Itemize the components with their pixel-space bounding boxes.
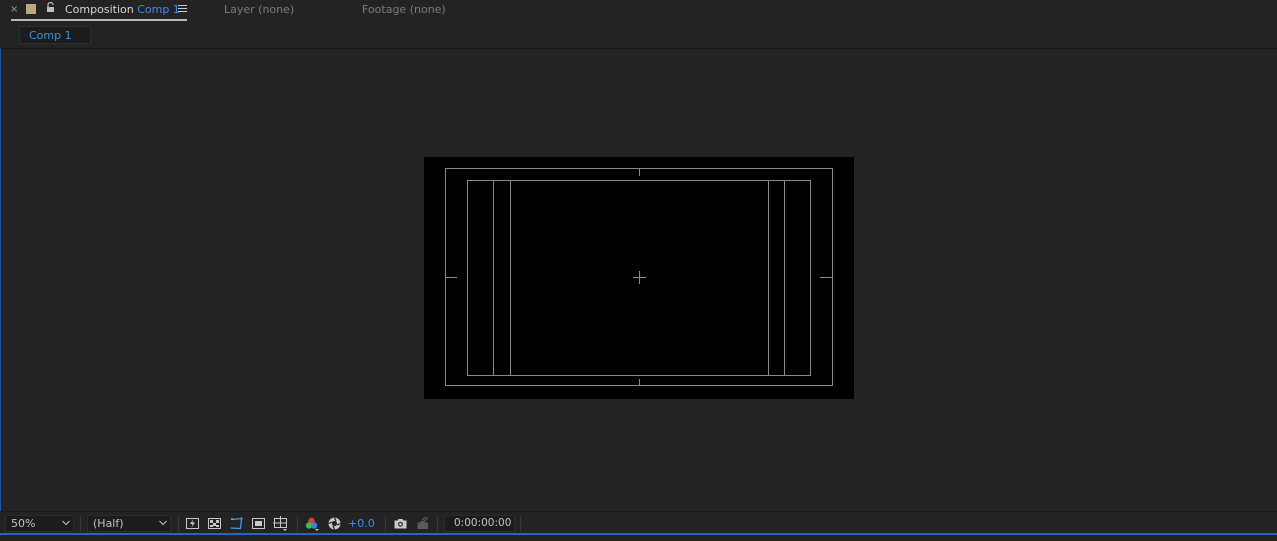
grid-guides-icon[interactable] xyxy=(273,516,288,531)
show-channel-icon[interactable] xyxy=(304,516,319,531)
tab-composition-name: Comp 1 xyxy=(137,3,180,16)
region-of-interest-icon[interactable] xyxy=(251,516,266,531)
exposure-value[interactable]: +0.0 xyxy=(348,517,375,530)
panel-menu-icon[interactable] xyxy=(178,4,187,13)
reset-exposure-icon[interactable] xyxy=(327,516,342,531)
comp-breadcrumb[interactable]: Comp 1 xyxy=(19,26,91,44)
chevron-down-icon xyxy=(159,520,167,526)
panel-tab-bar: × Composition Comp 1 Layer (none) Footag… xyxy=(0,0,1277,22)
magnification-dropdown[interactable]: 50% xyxy=(5,515,74,532)
composition-canvas[interactable] xyxy=(424,157,854,399)
tab-footage[interactable]: Footage (none) xyxy=(362,3,446,16)
toolbar-divider xyxy=(80,516,81,531)
toolbar-divider xyxy=(385,516,386,531)
mask-path-visibility-icon[interactable] xyxy=(229,516,244,531)
resolution-value: (Half) xyxy=(93,517,124,530)
current-time-display[interactable]: 0:00:00:00 xyxy=(444,515,515,532)
transparency-grid-icon[interactable] xyxy=(207,516,222,531)
active-tab-indicator xyxy=(11,19,187,21)
magnification-value: 50% xyxy=(11,517,36,530)
resolution-dropdown[interactable]: (Half) xyxy=(87,515,171,532)
snapshot-icon[interactable] xyxy=(393,516,408,531)
toolbar-divider xyxy=(437,516,438,531)
tab-layer[interactable]: Layer (none) xyxy=(224,3,294,16)
toolbar-divider xyxy=(520,516,521,531)
lock-icon[interactable] xyxy=(46,2,55,13)
viewer-toolbar: 50% (Half) +0.0 0:00:00:00 xyxy=(0,511,1277,541)
label-color-swatch[interactable] xyxy=(26,4,36,14)
tab-composition[interactable]: Composition Comp 1 xyxy=(65,3,180,16)
toolbar-divider xyxy=(178,516,179,531)
safe-margins-overlay xyxy=(445,168,833,386)
chevron-down-icon xyxy=(62,520,70,526)
tab-composition-prefix: Composition xyxy=(65,3,134,16)
show-snapshot-icon[interactable] xyxy=(415,516,430,531)
panel-focus-border xyxy=(0,533,1277,535)
close-icon[interactable]: × xyxy=(10,4,18,15)
toolbar-divider xyxy=(297,516,298,531)
fast-previews-icon[interactable] xyxy=(185,516,200,531)
